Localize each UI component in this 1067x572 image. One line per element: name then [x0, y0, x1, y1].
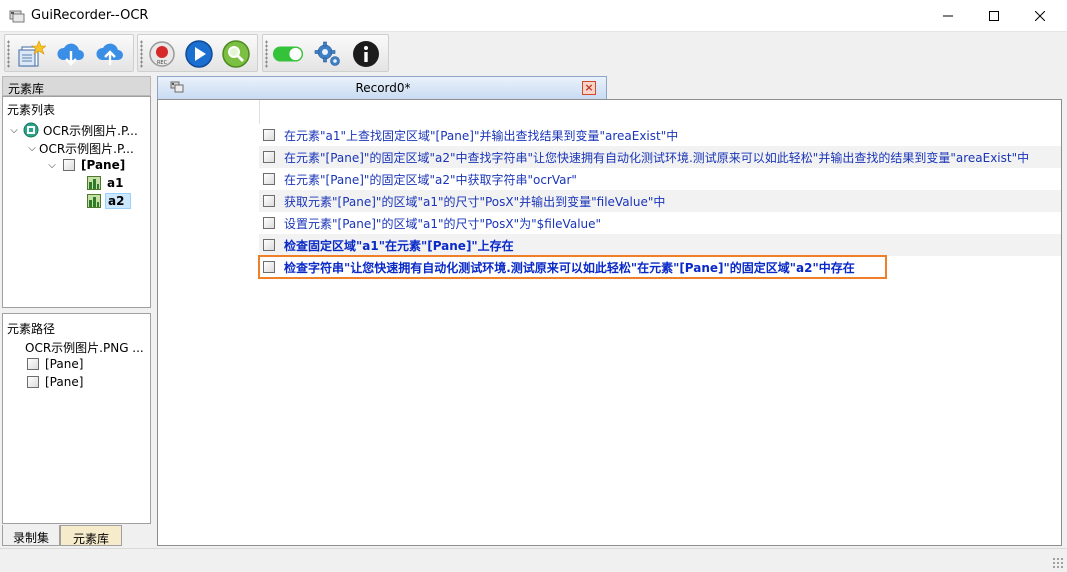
chevron-down-icon[interactable]: ⌵ — [7, 125, 21, 136]
upload-cloud-icon — [96, 43, 123, 65]
upload-button[interactable] — [94, 38, 126, 70]
path-item-label: OCR示例图片.PNG ... — [25, 341, 144, 355]
tree-node-a2[interactable]: a2 — [87, 192, 132, 210]
tree-node-label: a2 — [105, 193, 132, 209]
tab-element-library[interactable]: 元素库 — [60, 525, 122, 546]
close-button[interactable] — [1017, 0, 1063, 32]
record-icon: REC — [149, 41, 175, 67]
play-icon — [185, 40, 213, 68]
tree-node-label: OCR示例图片.P... — [43, 123, 138, 138]
step-row[interactable]: 在元素"[Pane]"的固定区域"a2"中获取字符串"ocrVar" — [259, 168, 1061, 190]
step-row[interactable]: 在元素"a1"上查找固定区域"[Pane]"并输出查找结果到变量"areaExi… — [259, 124, 1061, 146]
step-text: 在元素"a1"上查找固定区域"[Pane]"并输出查找结果到变量"areaExi… — [284, 128, 679, 143]
step-text: 在元素"[Pane]"的固定区域"a2"中获取字符串"ocrVar" — [284, 172, 577, 187]
toggle-button[interactable] — [272, 38, 304, 70]
settings-button[interactable] — [312, 38, 344, 70]
element-library-header: 元素库 — [2, 76, 151, 96]
step-text: 设置元素"[Pane]"的区域"a1"的尺寸"PosX"为"$fileValue… — [284, 216, 602, 231]
step-text: 获取元素"[Pane]"的区域"a1"的尺寸"PosX"并输出到变量"fileV… — [284, 194, 666, 209]
tab-record-set[interactable]: 录制集 — [2, 525, 60, 546]
new-file-button[interactable] — [15, 38, 47, 70]
step-row[interactable]: 获取元素"[Pane]"的区域"a1"的尺寸"PosX"并输出到变量"fileV… — [259, 190, 1061, 212]
toolbar-grip[interactable] — [7, 40, 10, 68]
element-tree-panel: 元素列表 ⌵ OCR示例图片.P... ⌵ OCR示例图片.P... ⌵ [Pa… — [2, 96, 151, 308]
maximize-button[interactable] — [971, 0, 1017, 32]
step-checkbox[interactable] — [263, 129, 275, 141]
download-button[interactable] — [55, 38, 87, 70]
step-checkbox[interactable] — [263, 151, 275, 163]
path-item-label: [Pane] — [45, 357, 84, 371]
path-item[interactable]: [Pane] — [27, 357, 83, 371]
path-item[interactable]: OCR示例图片.PNG ... — [25, 339, 144, 356]
tab-title: Record0* — [355, 81, 411, 95]
step-row[interactable]: 检查固定区域"a1"在元素"[Pane]"上存在 — [259, 234, 1061, 256]
element-list-title: 元素列表 — [7, 103, 56, 117]
record-label: REC — [157, 60, 168, 66]
toggle-on-icon — [272, 46, 304, 62]
search-icon — [222, 40, 250, 68]
record-editor: 在元素"a1"上查找固定区域"[Pane]"并输出查找结果到变量"areaExi… — [157, 99, 1062, 546]
toolbar-group-settings — [262, 34, 389, 72]
tree-node-root[interactable]: ⌵ OCR示例图片.P... — [7, 121, 138, 139]
info-icon — [353, 41, 379, 67]
step-checkbox[interactable] — [263, 217, 275, 229]
settings-gear-icon — [314, 41, 340, 66]
step-checkbox[interactable] — [263, 239, 275, 251]
checkbox-icon — [63, 159, 75, 171]
close-tab-icon[interactable]: × — [582, 81, 596, 95]
tab-record0[interactable]: Record0* × — [157, 76, 607, 99]
toolbar-grip[interactable] — [140, 40, 143, 68]
image-element-icon — [87, 194, 101, 208]
chevron-down-icon[interactable]: ⌵ — [45, 160, 59, 171]
checkbox-icon — [27, 358, 39, 370]
divider — [259, 100, 260, 124]
tree-node-image[interactable]: ⌵ OCR示例图片.P... — [25, 139, 134, 157]
title-bar: GuiRecorder--OCR — [0, 0, 1067, 32]
step-text: 检查固定区域"a1"在元素"[Pane]"上存在 — [284, 238, 514, 253]
chevron-down-icon[interactable]: ⌵ — [25, 143, 39, 154]
tree-node-label: a1 — [107, 176, 124, 190]
toolbar-grip[interactable] — [265, 40, 268, 68]
minimize-icon — [943, 15, 953, 17]
tree-node-a1[interactable]: a1 — [87, 174, 123, 192]
step-checkbox[interactable] — [263, 195, 275, 207]
step-checkbox[interactable] — [263, 173, 275, 185]
new-file-icon — [18, 40, 46, 67]
element-path-panel: 元素路径 OCR示例图片.PNG ... [Pane] [Pane] — [2, 313, 151, 524]
toolbar: REC — [0, 32, 1067, 74]
search-button[interactable] — [220, 38, 252, 70]
step-row[interactable]: 在元素"[Pane]"的固定区域"a2"中查找字符串"让您快速拥有自动化测试环境… — [259, 146, 1061, 168]
step-text: 在元素"[Pane]"的固定区域"a2"中查找字符串"让您快速拥有自动化测试环境… — [284, 150, 1030, 165]
status-bar — [0, 548, 1067, 572]
info-button[interactable] — [350, 38, 382, 70]
step-text: 检查字符串"让您快速拥有自动化测试环境.测试原来可以如此轻松"在元素"[Pane… — [284, 260, 855, 275]
toolbar-group-record: REC — [137, 34, 258, 72]
tree-node-pane[interactable]: ⌵ [Pane] — [45, 156, 125, 174]
play-button[interactable] — [183, 38, 215, 70]
element-path-title: 元素路径 — [7, 322, 56, 336]
window-title: GuiRecorder--OCR — [31, 8, 149, 23]
target-icon — [23, 122, 39, 138]
resize-grip-icon[interactable] — [1052, 557, 1064, 569]
path-item-label: [Pane] — [45, 375, 84, 389]
minimize-button[interactable] — [925, 0, 971, 32]
checkbox-icon — [27, 376, 39, 388]
close-icon — [1035, 11, 1045, 21]
maximize-icon — [989, 11, 999, 21]
image-element-icon — [87, 176, 101, 190]
path-item[interactable]: [Pane] — [27, 375, 83, 389]
toolbar-group-file — [4, 34, 134, 72]
app-icon — [9, 10, 25, 23]
bottom-tab-bar: 录制集 元素库 — [2, 525, 151, 546]
tree-node-label: [Pane] — [81, 158, 126, 172]
record-button[interactable]: REC — [146, 38, 178, 70]
step-row-highlighted[interactable]: 检查字符串"让您快速拥有自动化测试环境.测试原来可以如此轻松"在元素"[Pane… — [258, 255, 887, 279]
step-checkbox[interactable] — [263, 261, 275, 273]
tree-node-label: OCR示例图片.P... — [39, 141, 134, 156]
step-row[interactable]: 设置元素"[Pane]"的区域"a1"的尺寸"PosX"为"$fileValue… — [259, 212, 1061, 234]
download-cloud-icon — [57, 43, 84, 66]
